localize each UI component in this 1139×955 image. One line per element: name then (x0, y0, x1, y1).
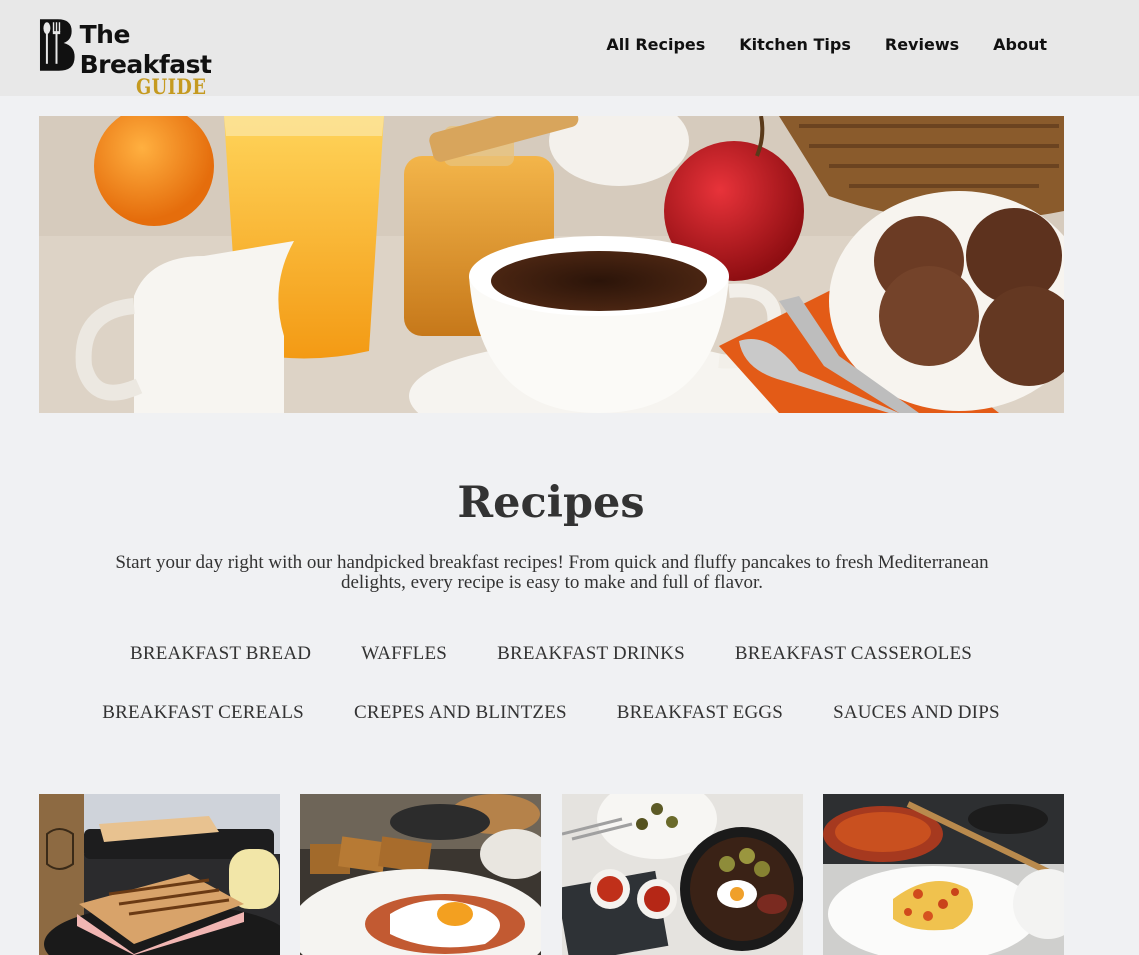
category-breakfast-casseroles[interactable]: BREAKFAST CASSEROLES (735, 643, 972, 665)
recipe-cards (39, 794, 1064, 955)
site-header: The Breakfast GUIDE All Recipes Kitchen … (0, 0, 1139, 98)
logo-b-fork-spoon-icon (39, 19, 75, 71)
category-row: BREAKFAST BREAD WAFFLES BREAKFAST DRINKS… (0, 643, 1102, 665)
recipe-card[interactable] (300, 794, 541, 955)
category-breakfast-eggs[interactable]: BREAKFAST EGGS (617, 702, 783, 724)
logo-title: The Breakfast (79, 20, 212, 79)
nav-kitchen-tips[interactable]: Kitchen Tips (739, 34, 851, 56)
grilled-ham-sandwich-photo (39, 794, 280, 955)
category-breakfast-cereals[interactable]: BREAKFAST CEREALS (102, 702, 304, 724)
fried-egg-toast-photo (300, 794, 541, 955)
breakfast-table-photo (39, 116, 1064, 413)
recipe-card[interactable] (823, 794, 1064, 955)
scrambled-eggs-tomato-photo (823, 794, 1064, 955)
skillet-eggs-potatoes-photo (562, 794, 803, 955)
recipe-card[interactable] (562, 794, 803, 955)
recipe-card[interactable] (39, 794, 280, 955)
category-row: BREAKFAST CEREALS CREPES AND BLINTZES BR… (0, 702, 1102, 724)
hero-image (39, 116, 1064, 413)
site-logo[interactable]: The Breakfast GUIDE (38, 18, 268, 98)
category-waffles[interactable]: WAFFLES (361, 643, 447, 665)
category-sauces-and-dips[interactable]: SAUCES AND DIPS (833, 702, 1000, 724)
category-breakfast-bread[interactable]: BREAKFAST BREAD (130, 643, 311, 665)
intro-text: Start your day right with our handpicked… (115, 552, 989, 593)
main-nav: All Recipes Kitchen Tips Reviews About (606, 34, 1047, 56)
category-crepes-and-blintzes[interactable]: CREPES AND BLINTZES (354, 702, 567, 724)
category-breakfast-drinks[interactable]: BREAKFAST DRINKS (497, 643, 685, 665)
logo-subtitle: GUIDE (135, 74, 206, 99)
nav-reviews[interactable]: Reviews (885, 34, 959, 56)
nav-about[interactable]: About (993, 34, 1047, 56)
logo-text: The Breakfast GUIDE (80, 18, 268, 98)
page-title: Recipes (457, 478, 645, 528)
nav-all-recipes[interactable]: All Recipes (606, 34, 705, 56)
